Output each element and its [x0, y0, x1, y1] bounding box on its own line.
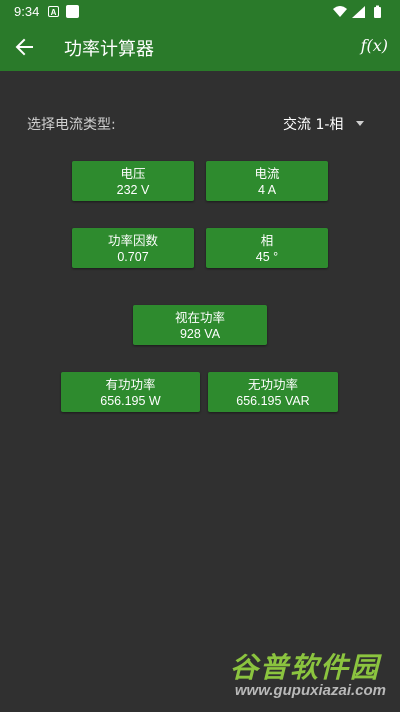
reactive-power-value: 656.195 VAR [236, 394, 310, 408]
reactive-power-button[interactable]: 无功功率 656.195 VAR [208, 372, 338, 412]
phase-label: 相 [260, 233, 274, 248]
watermark: 谷普软件园 www.gupuxiazai.com [210, 646, 390, 706]
battery-icon [374, 5, 381, 18]
arrow-left-icon [15, 38, 33, 56]
current-type-dropdown[interactable]: 交流 1-相 [282, 112, 372, 134]
status-bar: 9:34 A [0, 0, 400, 24]
active-power-button[interactable]: 有功功率 656.195 W [61, 372, 200, 412]
app-title: 功率计算器 [64, 39, 154, 60]
current-type-value: 交流 1-相 [283, 117, 344, 133]
a-notification-icon: A [48, 6, 59, 17]
status-time: 9:34 [14, 4, 40, 19]
dropdown-arrow-icon [356, 121, 364, 126]
apparent-power-button[interactable]: 视在功率 928 VA [133, 305, 267, 345]
current-label: 电流 [254, 166, 280, 181]
apparent-power-value: 928 VA [179, 327, 221, 341]
power-factor-value: 0.707 [117, 250, 149, 264]
voltage-value: 232 V [116, 183, 150, 197]
status-right-icons [332, 5, 390, 19]
square-notification-icon [66, 5, 79, 18]
voltage-label: 电压 [120, 166, 146, 181]
active-power-label: 有功功率 [105, 377, 156, 392]
active-power-value: 656.195 W [100, 394, 161, 408]
phase-button[interactable]: 相 45 ° [206, 228, 328, 268]
app-bar: 功率计算器 f(x) [0, 24, 400, 71]
signal-icon [352, 6, 365, 18]
wifi-icon [333, 6, 347, 17]
phase-value: 45 ° [255, 250, 279, 264]
back-button[interactable] [12, 34, 38, 60]
current-button[interactable]: 电流 4 A [206, 161, 328, 201]
power-factor-button[interactable]: 功率因数 0.707 [72, 228, 194, 268]
current-value: 4 A [257, 183, 277, 197]
reactive-power-label: 无功功率 [247, 377, 298, 392]
watermark-title: 谷普软件园 [229, 651, 380, 684]
current-type-label: 选择电流类型: [27, 117, 116, 133]
power-factor-label: 功率因数 [107, 233, 158, 248]
apparent-power-label: 视在功率 [174, 310, 225, 325]
fx-button[interactable]: f(x) [361, 36, 388, 55]
watermark-url: www.gupuxiazai.com [234, 682, 386, 699]
voltage-button[interactable]: 电压 232 V [72, 161, 194, 201]
